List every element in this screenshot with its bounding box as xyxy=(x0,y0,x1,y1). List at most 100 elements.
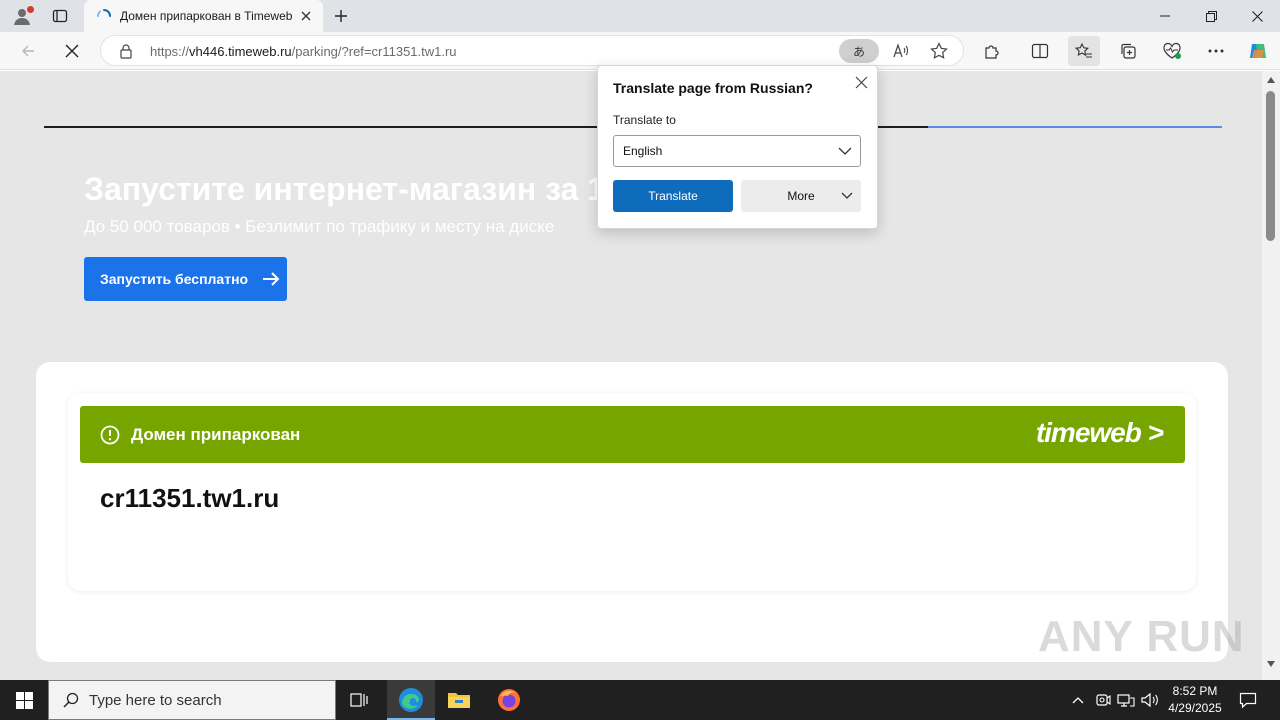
arrow-right-icon xyxy=(263,272,280,286)
settings-more-button[interactable] xyxy=(1200,36,1232,66)
hero-title: Запустите интернет-магазин за 1 xyxy=(84,171,606,207)
clock-date: 4/29/2025 xyxy=(1168,701,1222,715)
split-screen-icon xyxy=(1031,43,1049,59)
favorites-button[interactable] xyxy=(1068,36,1100,66)
tray-network[interactable] xyxy=(1116,680,1136,720)
plus-icon xyxy=(335,10,347,22)
triangle-down-icon xyxy=(1267,661,1275,667)
minimize-button[interactable] xyxy=(1142,0,1188,32)
split-screen-button[interactable] xyxy=(1024,36,1056,66)
launch-free-button[interactable]: Запустить бесплатно xyxy=(84,257,287,301)
chevron-down-icon xyxy=(838,147,852,155)
meet-now-icon xyxy=(1096,694,1111,706)
chevron-up-icon xyxy=(1072,697,1084,704)
favorites-icon xyxy=(1075,42,1092,58)
tab-actions-button[interactable] xyxy=(46,4,74,28)
chevron-down-icon xyxy=(841,192,853,199)
scrollbar-thumb[interactable] xyxy=(1266,91,1275,241)
taskbar-file-explorer[interactable] xyxy=(435,680,483,720)
anyrun-watermark: ANY RUN xyxy=(1038,612,1245,661)
notification-dot xyxy=(27,6,34,13)
url-host: vh446.timeweb.ru xyxy=(189,44,292,59)
translate-popup-title: Translate page from Russian? xyxy=(613,80,813,96)
firefox-icon xyxy=(498,689,520,711)
translate-more-label: More xyxy=(787,189,815,203)
translate-popup: Translate page from Russian? Translate t… xyxy=(597,65,878,229)
translate-button[interactable]: あ xyxy=(839,39,879,63)
loading-spinner-icon xyxy=(96,9,111,17)
lock-icon xyxy=(120,44,132,59)
language-select[interactable]: English xyxy=(613,135,861,167)
close-window-button[interactable] xyxy=(1234,0,1280,32)
add-favorite-button[interactable] xyxy=(927,40,951,62)
header-divider-accent xyxy=(928,126,1222,128)
scroll-up-button[interactable] xyxy=(1266,75,1276,85)
back-button[interactable] xyxy=(12,36,44,66)
tab-close-button[interactable] xyxy=(297,7,315,25)
copilot-button[interactable] xyxy=(1242,36,1274,66)
vertical-scrollbar[interactable] xyxy=(1262,71,1280,680)
taskbar-firefox[interactable] xyxy=(485,680,533,720)
selected-language: English xyxy=(623,144,663,158)
extensions-button[interactable] xyxy=(976,36,1008,66)
scroll-down-button[interactable] xyxy=(1266,659,1276,669)
clock-time: 8:52 PM xyxy=(1172,684,1218,698)
minimize-icon xyxy=(1160,15,1170,17)
copilot-icon xyxy=(1250,44,1266,58)
collections-button[interactable] xyxy=(1112,36,1144,66)
launch-free-label: Запустить бесплатно xyxy=(100,271,249,287)
close-icon xyxy=(1251,10,1263,22)
new-tab-button[interactable] xyxy=(330,5,352,27)
close-icon xyxy=(301,11,311,21)
more-dots-icon xyxy=(1208,49,1224,53)
collections-icon xyxy=(1121,43,1136,59)
parked-banner-text: Домен припаркован xyxy=(131,424,301,444)
translate-icon: あ xyxy=(852,44,865,59)
restore-button[interactable] xyxy=(1188,0,1234,32)
notification-center-button[interactable] xyxy=(1232,680,1264,720)
heart-pulse-icon xyxy=(1163,42,1181,59)
search-icon xyxy=(63,692,79,708)
taskbar-clock[interactable]: 8:52 PM 4/29/2025 xyxy=(1160,683,1230,717)
url-path: /parking/?ref=cr11351.tw1.ru xyxy=(291,44,457,59)
browser-tab-active[interactable]: Домен припаркован в Timeweb xyxy=(84,0,323,32)
tray-overflow-button[interactable] xyxy=(1070,680,1086,720)
browser-essentials-button[interactable] xyxy=(1156,36,1188,66)
notification-icon xyxy=(1239,692,1257,709)
alert-circle-icon xyxy=(100,425,120,444)
address-bar[interactable]: https://vh446.timeweb.ru/parking/?ref=cr… xyxy=(100,35,964,66)
url-text[interactable]: https://vh446.timeweb.ru/parking/?ref=cr… xyxy=(150,44,457,59)
profile-button[interactable] xyxy=(8,4,36,28)
parked-domain-name: cr11351.tw1.ru xyxy=(100,483,280,513)
tab-title: Домен припаркован в Timeweb xyxy=(120,9,293,23)
translate-popup-close-button[interactable] xyxy=(853,74,869,90)
folder-icon xyxy=(448,693,470,708)
tray-meet-now[interactable] xyxy=(1094,680,1112,720)
star-icon xyxy=(930,42,948,59)
parked-banner: Домен припаркован timeweb > xyxy=(80,406,1185,463)
read-aloud-icon xyxy=(893,43,909,58)
volume-icon xyxy=(1141,692,1158,708)
taskbar-search-box[interactable]: Type here to search xyxy=(48,680,336,720)
close-icon xyxy=(855,76,867,88)
search-placeholder: Type here to search xyxy=(89,691,222,709)
timeweb-logo[interactable]: timeweb > xyxy=(1036,417,1164,449)
task-view-button[interactable] xyxy=(336,680,384,720)
translate-more-button[interactable]: More xyxy=(741,180,861,212)
puzzle-icon xyxy=(985,45,999,59)
translate-confirm-button[interactable]: Translate xyxy=(613,180,733,212)
url-scheme: https:// xyxy=(150,44,190,59)
tray-volume[interactable] xyxy=(1140,680,1160,720)
network-icon xyxy=(1117,694,1135,707)
read-aloud-button[interactable] xyxy=(889,40,913,62)
tab-bar: Домен припаркован в Timeweb xyxy=(0,0,1280,32)
translate-to-label: Translate to xyxy=(613,113,676,127)
triangle-up-icon xyxy=(1267,77,1275,83)
tab-actions-icon xyxy=(52,9,68,23)
windows-logo-icon xyxy=(15,691,33,709)
task-view-icon xyxy=(350,693,368,707)
windows-taskbar: Type here to search 8:52 PM 4/29/2025 xyxy=(0,680,1280,720)
taskbar-edge[interactable] xyxy=(387,680,435,720)
start-button[interactable] xyxy=(0,680,48,720)
stop-loading-button[interactable] xyxy=(56,36,88,66)
